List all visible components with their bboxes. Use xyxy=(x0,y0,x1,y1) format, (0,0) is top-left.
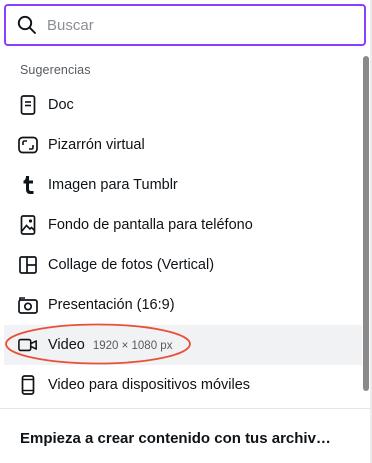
suggestion-label: Imagen para Tumblr xyxy=(48,177,178,193)
tumblr-icon xyxy=(18,175,38,195)
section-divider xyxy=(0,408,370,409)
suggestion-item-tumblr[interactable]: Imagen para Tumblr xyxy=(4,165,362,205)
suggestion-item-mobile-video[interactable]: Video para dispositivos móviles xyxy=(4,365,362,405)
whiteboard-icon xyxy=(18,135,38,155)
suggestion-label: Pizarrón virtual xyxy=(48,137,145,153)
suggestion-dimensions: 1920 × 1080 px xyxy=(92,340,173,352)
suggestions-heading: Sugerencias xyxy=(20,63,91,77)
suggestion-label: Presentación (16:9) xyxy=(48,297,175,313)
search-input[interactable] xyxy=(47,16,337,34)
suggestion-label: Doc xyxy=(48,97,74,113)
suggestion-label: Video xyxy=(48,337,85,353)
document-icon xyxy=(18,95,38,115)
search-icon xyxy=(16,14,38,36)
suggestion-item-presentation[interactable]: Presentación (16:9) xyxy=(4,285,362,325)
suggestion-label: Collage de fotos (Vertical) xyxy=(48,257,215,273)
suggestion-item-doc[interactable]: Doc xyxy=(4,85,362,125)
suggestion-item-phone-wallpaper[interactable]: Fondo de pantalla para teléfono xyxy=(4,205,362,245)
video-camera-icon xyxy=(18,335,38,355)
scrollbar[interactable] xyxy=(362,46,370,402)
suggestion-item-video[interactable]: Video 1920 × 1080 px xyxy=(4,325,362,365)
search-dropdown-panel: Sugerencias Doc Pizarrón virtual xyxy=(0,0,372,463)
search-bar[interactable] xyxy=(4,4,366,46)
suggestions-list: Doc Pizarrón virtual Imagen para Tumblr xyxy=(4,85,362,405)
suggestion-label: Fondo de pantalla para teléfono xyxy=(48,217,253,233)
suggestion-label: Video para dispositivos móviles xyxy=(48,377,251,393)
mobile-phone-icon xyxy=(18,375,38,395)
image-icon xyxy=(18,215,38,235)
presentation-icon xyxy=(18,295,38,315)
scrollbar-thumb[interactable] xyxy=(363,56,369,391)
upload-section-heading: Empieza a crear contenido con tus archiv… xyxy=(20,430,331,447)
suggestion-item-whiteboard[interactable]: Pizarrón virtual xyxy=(4,125,362,165)
collage-grid-icon xyxy=(18,255,38,275)
suggestion-item-photo-collage[interactable]: Collage de fotos (Vertical) xyxy=(4,245,362,285)
